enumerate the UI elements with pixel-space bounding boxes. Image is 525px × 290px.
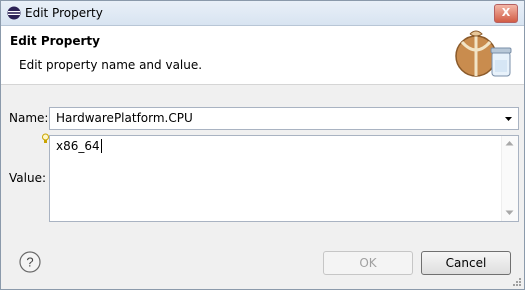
close-button[interactable]: X bbox=[494, 4, 518, 23]
banner-message: Edit property name and value. bbox=[19, 58, 203, 72]
scroll-down-icon[interactable] bbox=[505, 210, 514, 216]
window-title: Edit Property bbox=[25, 6, 103, 20]
name-combo[interactable]: HardwarePlatform.CPU bbox=[49, 107, 519, 130]
eclipse-icon bbox=[7, 6, 21, 20]
text-caret bbox=[100, 139, 102, 153]
chevron-down-icon[interactable] bbox=[500, 109, 517, 128]
svg-text:?: ? bbox=[26, 255, 33, 270]
help-icon[interactable]: ? bbox=[19, 251, 41, 273]
value-label: Value: bbox=[9, 171, 46, 185]
name-value: HardwarePlatform.CPU bbox=[56, 111, 193, 125]
package-jar-icon bbox=[455, 30, 512, 77]
scroll-up-icon[interactable] bbox=[505, 140, 514, 146]
value-textarea[interactable]: x86_64 bbox=[49, 135, 519, 222]
edit-property-dialog: Edit Property X Edit Property Edit prope… bbox=[0, 0, 525, 290]
banner-title: Edit Property bbox=[10, 34, 100, 48]
title-bar[interactable]: Edit Property X bbox=[1, 1, 524, 26]
title-area: Edit Property Edit property name and val… bbox=[1, 26, 524, 85]
vertical-scrollbar[interactable] bbox=[501, 136, 518, 221]
resize-grip[interactable] bbox=[510, 275, 522, 287]
ok-button[interactable]: OK bbox=[323, 251, 413, 275]
name-label: Name: bbox=[9, 111, 49, 125]
value-text: x86_64 bbox=[56, 139, 102, 153]
cancel-button[interactable]: Cancel bbox=[421, 251, 511, 275]
